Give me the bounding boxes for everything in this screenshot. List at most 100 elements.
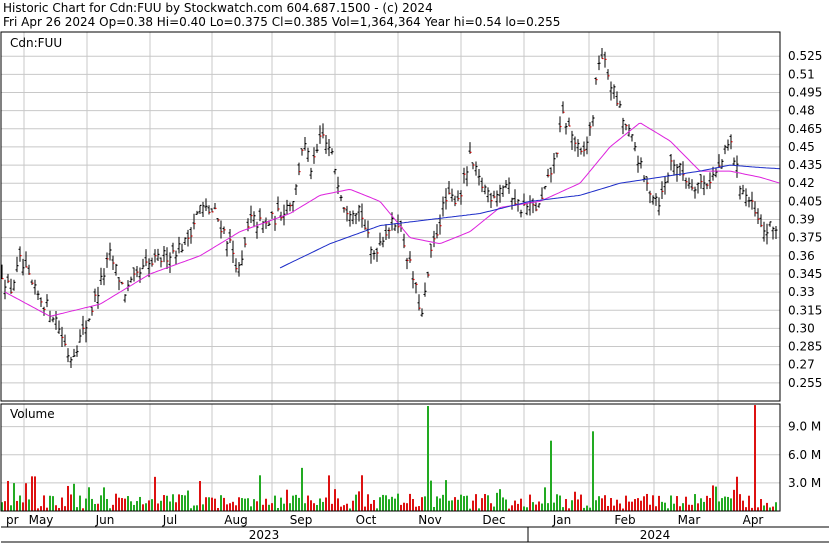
price-bar xyxy=(321,123,325,139)
x-tick-label: Aug xyxy=(224,513,247,527)
price-bar xyxy=(408,251,412,263)
volume-bar xyxy=(298,497,300,511)
volume-bar xyxy=(91,498,93,511)
price-bar xyxy=(534,202,538,212)
price-bar xyxy=(417,294,421,311)
price-bar xyxy=(117,277,121,291)
price-bar xyxy=(231,240,235,264)
volume-bar xyxy=(484,493,486,511)
volume-bar xyxy=(595,500,597,511)
volume-bar xyxy=(616,499,618,511)
volume-bar xyxy=(97,503,99,511)
price-bar xyxy=(201,201,205,218)
price-bar xyxy=(240,250,244,266)
price-bar xyxy=(636,155,640,173)
volume-bar xyxy=(439,498,441,511)
price-bar xyxy=(438,214,442,235)
price-bar xyxy=(51,316,55,323)
volume-bar xyxy=(166,495,168,511)
volume-bar xyxy=(436,496,438,511)
price-bar xyxy=(249,205,253,224)
volume-bar xyxy=(7,480,9,511)
price-bar xyxy=(660,181,664,199)
volume-bar xyxy=(214,498,216,511)
price-bar xyxy=(69,356,73,368)
volume-bar xyxy=(586,505,588,511)
volume-bar xyxy=(424,496,426,511)
volume-bar xyxy=(733,489,735,511)
price-bar xyxy=(738,185,742,200)
price-bar xyxy=(444,188,448,210)
volume-bar xyxy=(25,483,27,511)
price-bar xyxy=(489,192,493,208)
volume-tick-label: 9.0 M xyxy=(788,420,821,434)
volume-bar xyxy=(466,495,468,511)
price-bar xyxy=(372,250,376,260)
price-bar xyxy=(234,258,238,273)
volume-bar xyxy=(79,495,81,511)
price-bar xyxy=(405,257,409,270)
volume-bar xyxy=(337,498,339,511)
price-bar xyxy=(507,177,511,194)
price-bar xyxy=(639,157,643,169)
volume-bar xyxy=(175,502,177,511)
price-bar xyxy=(762,221,766,242)
price-bar xyxy=(603,51,607,68)
chart-stage: Historic Chart for Cdn:FUU by Stockwatch… xyxy=(0,0,830,543)
volume-bar xyxy=(496,492,498,511)
price-bar xyxy=(165,247,169,270)
volume-bar xyxy=(76,507,78,511)
price-bar xyxy=(546,168,550,178)
price-bar xyxy=(45,294,49,308)
volume-bar xyxy=(535,504,537,511)
x-tick-label: May xyxy=(29,513,54,527)
price-bar xyxy=(585,136,589,155)
price-bar xyxy=(330,148,334,155)
price-bar xyxy=(597,55,601,71)
volume-bar xyxy=(199,481,201,511)
price-bar xyxy=(132,267,136,282)
volume-bar xyxy=(178,494,180,511)
price-bar xyxy=(225,240,229,257)
price-bar xyxy=(498,184,502,203)
volume-bar xyxy=(301,467,303,511)
price-bar xyxy=(78,329,82,343)
volume-bar xyxy=(652,495,654,511)
volume-bar xyxy=(157,503,159,511)
price-bar xyxy=(324,135,328,154)
price-bar xyxy=(702,175,706,196)
price-bar xyxy=(102,268,106,286)
price-bar xyxy=(567,117,571,127)
price-bar xyxy=(24,251,28,268)
price-bar xyxy=(525,203,529,216)
volume-bar xyxy=(697,503,699,511)
volume-tick-label: 3.0 M xyxy=(788,476,821,490)
volume-bar xyxy=(457,499,459,511)
price-bar xyxy=(297,162,301,176)
price-bar xyxy=(189,227,193,244)
price-bar xyxy=(123,294,127,303)
volume-bar xyxy=(433,506,435,511)
price-panel-frame xyxy=(0,31,781,402)
price-bar xyxy=(741,184,745,195)
price-bar xyxy=(528,195,532,216)
volume-bar xyxy=(46,507,48,511)
price-bar xyxy=(519,209,523,218)
volume-bar xyxy=(769,507,771,511)
volume-bar xyxy=(562,507,564,511)
price-bar xyxy=(369,246,373,264)
price-bar xyxy=(60,326,64,347)
volume-bar xyxy=(592,431,594,511)
volume-bar xyxy=(391,496,393,511)
volume-bar xyxy=(142,504,144,511)
x-tick-label: Oct xyxy=(356,513,377,527)
volume-bar xyxy=(757,507,759,511)
price-bar xyxy=(480,177,484,193)
volume-bar xyxy=(322,501,324,511)
volume-bar xyxy=(571,500,573,511)
volume-bar xyxy=(670,495,672,511)
price-bar xyxy=(615,91,619,106)
volume-bar xyxy=(94,503,96,511)
volume-bar xyxy=(28,499,30,511)
volume-bar xyxy=(139,496,141,511)
